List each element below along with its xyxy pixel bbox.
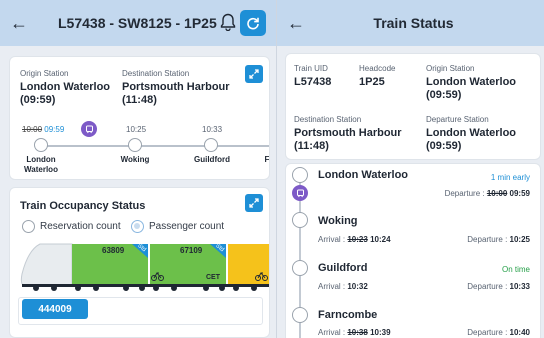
timeline-stop-circle[interactable] bbox=[292, 307, 308, 323]
timeline-arrival: Arrival : 10:23 10:24 bbox=[318, 235, 391, 244]
destination-value: Portsmouth Harbour (11:48) bbox=[122, 81, 230, 106]
car-label: CET bbox=[206, 274, 220, 281]
bell-icon[interactable] bbox=[220, 13, 236, 31]
radio-reservation-label: Reservation count bbox=[40, 221, 121, 232]
radio-reservation[interactable] bbox=[22, 220, 35, 233]
page-title: Train Status bbox=[373, 15, 454, 31]
timeline-arrival: Arrival : 10:32 bbox=[318, 282, 368, 291]
radio-passenger[interactable] bbox=[131, 220, 144, 233]
car-number: 63809 bbox=[102, 246, 125, 255]
train-detail-panel: ← L57438 - SW8125 - 1P25 Origin Station … bbox=[0, 0, 276, 338]
train-status-panel: ← Train Status Train UID L57438 Headcode… bbox=[277, 0, 544, 338]
timeline-stop-circle[interactable] bbox=[292, 260, 308, 276]
car-number: 67109 bbox=[180, 246, 203, 255]
stop-circle-woking[interactable] bbox=[128, 138, 142, 152]
stop-name-london: London Waterloo bbox=[24, 155, 58, 174]
timeline-stop-name: Guildford bbox=[318, 262, 368, 274]
departure-station-value: London Waterloo (09:59) bbox=[426, 127, 517, 152]
timeline-departure: Departure : 10:25 bbox=[467, 235, 530, 244]
destination-value: Portsmouth Harbour (11:48) bbox=[294, 127, 402, 152]
occupancy-card: Train Occupancy Status Reservation count… bbox=[9, 187, 270, 338]
stop-time-woking: 10:25 bbox=[126, 125, 147, 134]
occupancy-title: Train Occupancy Status bbox=[20, 200, 146, 212]
expand-button[interactable] bbox=[245, 65, 263, 83]
uid-label: Train UID bbox=[294, 64, 328, 73]
timeline-departure: Departure : 10:00 09:59 bbox=[444, 189, 530, 198]
stop-circle-guildford[interactable] bbox=[204, 138, 218, 152]
destination-label: Destination Station bbox=[294, 115, 362, 124]
refresh-icon bbox=[247, 17, 259, 30]
expand-icon bbox=[249, 198, 259, 208]
back-arrow-icon[interactable]: ← bbox=[10, 13, 32, 34]
expand-icon bbox=[249, 69, 259, 79]
timeline-departure: Departure : 10:40 bbox=[467, 328, 530, 337]
radio-passenger-label: Passenger count bbox=[149, 221, 225, 232]
train-info-card: Train UID L57438 Headcode 1P25 Origin St… bbox=[285, 53, 541, 160]
unit-button[interactable]: 444009 bbox=[22, 299, 88, 319]
refresh-button[interactable] bbox=[240, 10, 266, 36]
train-marker bbox=[81, 121, 97, 137]
app-bar: ← Train Status bbox=[277, 0, 544, 46]
train-icon bbox=[85, 125, 93, 133]
page-title: L57438 - SW8125 - 1P25 bbox=[58, 15, 217, 31]
origin-value: London Waterloo (09:59) bbox=[20, 81, 111, 106]
timeline-departure: Departure : 10:33 bbox=[467, 282, 530, 291]
stop-name-cut: F bbox=[264, 155, 270, 164]
train-marker bbox=[292, 185, 308, 201]
stop-circle-london[interactable] bbox=[34, 138, 48, 152]
train-front-car bbox=[20, 243, 73, 287]
timeline-card: London Waterloo 1 min early Departure : … bbox=[285, 163, 541, 338]
departure-station-label: Departure Station bbox=[426, 115, 489, 124]
stop-time-london: 10:00 09:59 bbox=[22, 125, 65, 134]
uid-value: L57438 bbox=[294, 76, 332, 88]
stop-time-guildford: 10:33 bbox=[202, 125, 223, 134]
route-card: Origin Station London Waterloo (09:59) D… bbox=[9, 56, 270, 180]
timeline-stop-name: Woking bbox=[318, 215, 358, 227]
status-badge: 1 min early bbox=[490, 173, 530, 182]
status-badge: On time bbox=[501, 265, 530, 274]
app-bar: ← L57438 - SW8125 - 1P25 bbox=[0, 0, 276, 46]
timeline-stop-circle[interactable] bbox=[292, 212, 308, 228]
back-arrow-icon[interactable]: ← bbox=[287, 13, 309, 34]
headcode-value: 1P25 bbox=[359, 76, 385, 88]
stop-name-guildford: Guildford bbox=[194, 155, 230, 164]
route-line bbox=[40, 145, 269, 147]
origin-value: London Waterloo (09:59) bbox=[426, 76, 517, 101]
timeline-arrival: Arrival : 10:38 10:39 bbox=[318, 328, 391, 337]
headcode-label: Headcode bbox=[359, 64, 396, 73]
timeline-stop-name: London Waterloo bbox=[318, 169, 409, 181]
origin-label: Origin Station bbox=[20, 69, 69, 78]
timeline-stop-circle[interactable] bbox=[292, 167, 308, 183]
occupancy-expand-button[interactable] bbox=[245, 194, 263, 212]
destination-label: Destination Station bbox=[122, 69, 190, 78]
timeline-stop-name: Farncombe bbox=[318, 309, 378, 321]
train-icon bbox=[296, 189, 304, 197]
stop-name-woking: Woking bbox=[120, 155, 150, 164]
origin-label: Origin Station bbox=[426, 64, 475, 73]
